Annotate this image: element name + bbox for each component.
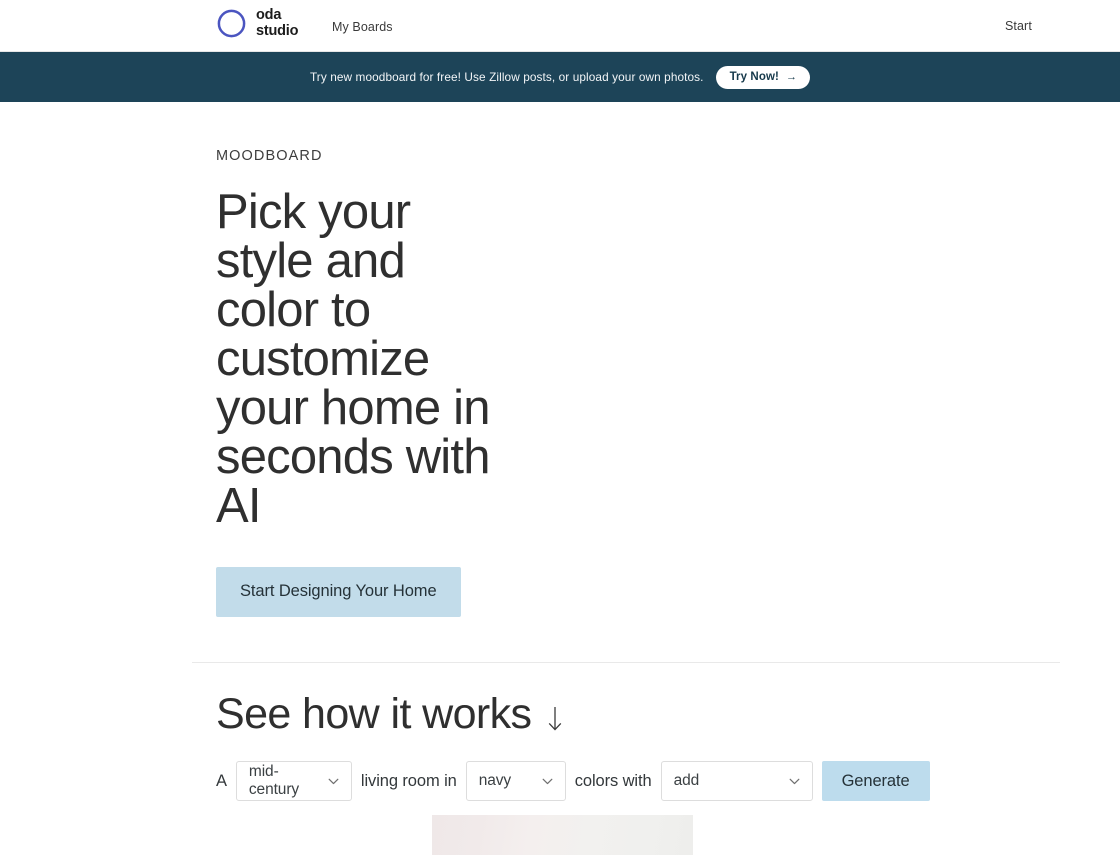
chevron-down-icon (788, 775, 801, 788)
generate-button[interactable]: Generate (821, 761, 930, 802)
hero-eyebrow: MOODBOARD (216, 148, 323, 164)
nav-item-my-boards[interactable]: My Boards (332, 20, 393, 34)
brand-logo-link[interactable]: oda studio (216, 8, 298, 39)
arrow-right-icon: → (785, 70, 798, 83)
color-select[interactable]: navy (465, 761, 566, 802)
prompt-lead-word: A (216, 771, 227, 790)
chevron-down-icon (327, 775, 340, 788)
nav-item-start[interactable]: Start (1005, 19, 1032, 33)
color-select-value: navy (478, 772, 512, 790)
how-it-works-section: See how it works A mid-century living ro… (0, 663, 1120, 855)
prompt-trailing-words: colors with (574, 771, 652, 790)
extra-option-select-value: add (673, 772, 700, 790)
promo-banner: Try new moodboard for free! Use Zillow p… (0, 52, 1120, 102)
style-select[interactable]: mid-century (235, 761, 352, 802)
start-designing-button[interactable]: Start Designing Your Home (216, 567, 461, 617)
hero-section: MOODBOARD Pick your style and color to c… (0, 102, 1120, 617)
circle-ring-logo-icon (216, 8, 247, 39)
chevron-down-icon (541, 775, 554, 788)
brand-name: oda studio (256, 7, 299, 39)
try-now-button[interactable]: Try Now! → (715, 65, 811, 89)
try-now-button-label: Try Now! (729, 70, 779, 83)
style-select-value: mid-century (248, 763, 300, 799)
how-it-works-title-text: See how it works (216, 690, 532, 738)
promo-banner-message: Try new moodboard for free! Use Zillow p… (309, 70, 704, 84)
arrow-down-icon (545, 697, 565, 731)
extra-option-select[interactable]: add (660, 761, 813, 802)
prompt-builder-row: A mid-century living room in navy colors… (216, 761, 1120, 802)
how-it-works-title: See how it works (216, 690, 1120, 738)
site-header: oda studio My Boards Start (0, 0, 1120, 52)
preview-image-strip (432, 815, 693, 855)
hero-title: Pick your style and color to customize y… (216, 185, 490, 533)
prompt-middle-words: living room in (360, 771, 457, 790)
